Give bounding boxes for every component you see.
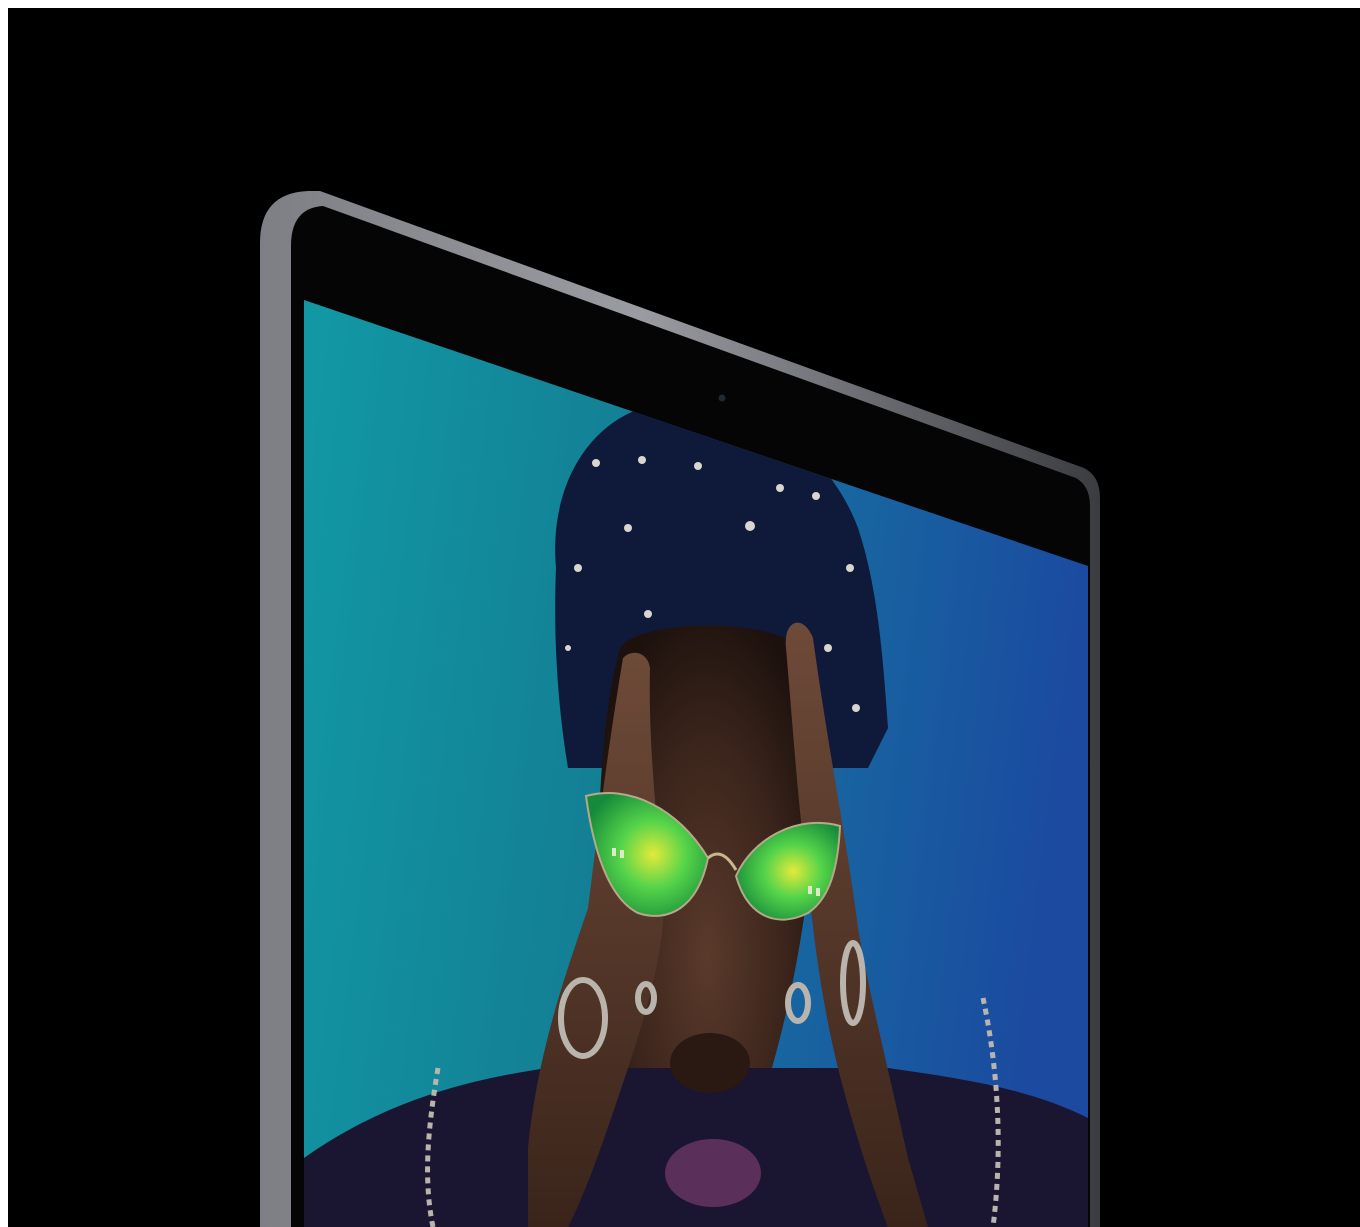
- page: [0, 0, 1360, 1227]
- lips: [665, 1139, 761, 1207]
- nose: [670, 1033, 750, 1093]
- camera-dot-icon: [718, 394, 726, 402]
- image-stage: [8, 8, 1360, 1227]
- laptop-photo: [8, 8, 1360, 1227]
